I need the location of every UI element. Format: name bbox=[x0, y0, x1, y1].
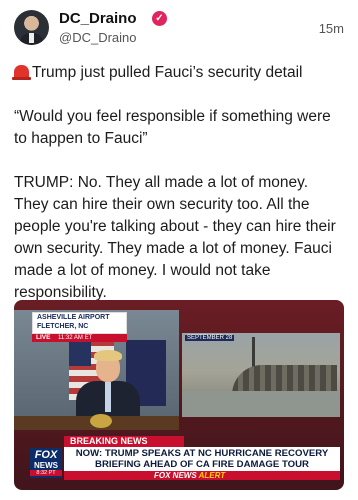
presidential-seal bbox=[90, 414, 112, 428]
logo-fox-text: FOX bbox=[34, 449, 58, 461]
post-timestamp: 15m bbox=[318, 21, 344, 36]
chyron-headline: NOW: TRUMP SPEAKS AT NC HURRICANE RECOVE… bbox=[64, 447, 340, 471]
location-line-2: FLETCHER, NC bbox=[37, 323, 89, 330]
live-label: LIVE bbox=[36, 334, 51, 341]
news-chyron: FOX NEWS 8:32 PT BREAKING NEWS NOW: TRUM… bbox=[30, 436, 340, 480]
inset-date: SEPTEMBER 28 bbox=[185, 335, 235, 341]
avatar[interactable] bbox=[14, 10, 49, 45]
fox-news-logo: FOX NEWS 8:32 PT bbox=[30, 448, 62, 478]
post-body: Trump just pulled Fauci’s security detai… bbox=[12, 62, 346, 304]
fox-news-alert-bar: FOX NEWS ALERT bbox=[64, 471, 340, 480]
post-header: DC_Draino ✓ @DC_Draino 15m bbox=[14, 10, 344, 50]
speaker-tie bbox=[105, 382, 111, 412]
post-paragraph-1-text: Trump just pulled Fauci’s security detai… bbox=[32, 64, 303, 81]
live-bar: LIVE 11:32 AM ET bbox=[32, 334, 127, 342]
verified-badge-icon: ✓ bbox=[152, 11, 167, 26]
post-paragraph-3: TRUMP: No. They all made a lot of money.… bbox=[14, 174, 336, 301]
breaking-news-label: BREAKING NEWS bbox=[64, 436, 184, 447]
logo-news-text: NEWS bbox=[34, 461, 58, 470]
rotating-light-icon bbox=[12, 65, 31, 80]
video-thumbnail[interactable]: ASHEVILLE AIRPORT FLETCHER, NC LIVE 11:3… bbox=[14, 300, 344, 490]
live-time: 11:32 AM ET bbox=[58, 335, 93, 341]
flood-aerial-inset: SEPTEMBER 28 bbox=[182, 333, 340, 417]
speaker-hair bbox=[94, 350, 122, 361]
post-paragraph-1: Trump just pulled Fauci’s security detai… bbox=[12, 62, 346, 84]
avatar-shirt bbox=[29, 33, 34, 43]
logo-time: 8:32 PT bbox=[30, 470, 62, 476]
flood-water bbox=[182, 391, 340, 417]
author-name[interactable]: DC_Draino bbox=[59, 10, 137, 27]
alert-brand: FOX NEWS bbox=[154, 471, 197, 480]
post-paragraph-2: “Would you feel responsible if something… bbox=[14, 108, 331, 147]
location-line-1: ASHEVILLE AIRPORT bbox=[37, 314, 110, 321]
location-box: ASHEVILLE AIRPORT FLETCHER, NC bbox=[32, 312, 127, 334]
alert-word: ALERT bbox=[198, 471, 226, 480]
author-handle[interactable]: @DC_Draino bbox=[59, 30, 137, 45]
